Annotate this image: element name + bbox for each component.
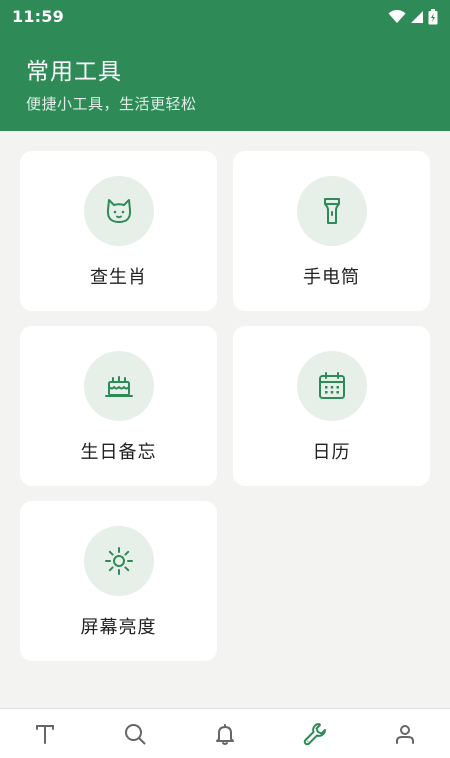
status-time: 11:59	[12, 7, 64, 26]
tile-icon-circle	[296, 351, 367, 421]
page-title: 常用工具	[26, 59, 122, 85]
text-icon	[36, 724, 54, 744]
wrench-icon	[303, 722, 326, 745]
tool-tile-zodiac[interactable]: 查生肖	[20, 151, 217, 311]
cat-face-icon	[106, 199, 131, 223]
battery-icon	[428, 8, 438, 24]
bottom-nav	[0, 708, 450, 758]
tool-label: 屏幕亮度	[80, 617, 157, 638]
nav-item-tools[interactable]	[290, 709, 340, 758]
status-bar: 11:59	[0, 0, 450, 33]
tool-label: 手电筒	[303, 267, 360, 288]
tool-label: 日历	[312, 442, 351, 463]
sun-brightness-icon	[104, 547, 133, 575]
nav-item-text[interactable]	[20, 709, 70, 758]
tile-icon-circle	[296, 176, 367, 246]
flashlight-icon	[323, 198, 340, 224]
calendar-icon	[318, 372, 345, 399]
birthday-cake-icon	[104, 376, 133, 397]
tool-label: 查生肖	[90, 267, 147, 288]
cellular-signal-icon	[411, 10, 423, 23]
nav-item-notifications[interactable]	[200, 709, 250, 758]
tool-tile-flashlight[interactable]: 手电筒	[233, 151, 430, 311]
nav-item-profile[interactable]	[380, 709, 430, 758]
bell-icon	[216, 723, 234, 745]
tile-icon-circle	[83, 351, 154, 421]
tool-tile-calendar[interactable]: 日历	[233, 326, 430, 486]
tile-icon-circle	[83, 176, 154, 246]
user-icon	[396, 724, 414, 744]
wifi-icon	[388, 9, 406, 23]
header: 常用工具 便捷小工具，生活更轻松	[0, 33, 450, 131]
tool-label: 生日备忘	[80, 442, 157, 463]
tools-grid: 查生肖 手电筒 生日备忘 日历 屏幕亮度	[20, 151, 430, 661]
search-icon	[125, 723, 146, 744]
tile-icon-circle	[83, 526, 154, 596]
page-subtitle: 便捷小工具，生活更轻松	[26, 95, 197, 113]
tool-tile-birthday[interactable]: 生日备忘	[20, 326, 217, 486]
tool-tile-brightness[interactable]: 屏幕亮度	[20, 501, 217, 661]
app-screen: 11:59 常用工具 便捷小工具，生活更轻松 查生肖 手电筒 生日备忘 日历 屏…	[0, 0, 450, 758]
nav-item-search[interactable]	[110, 709, 160, 758]
status-icons	[388, 8, 438, 25]
